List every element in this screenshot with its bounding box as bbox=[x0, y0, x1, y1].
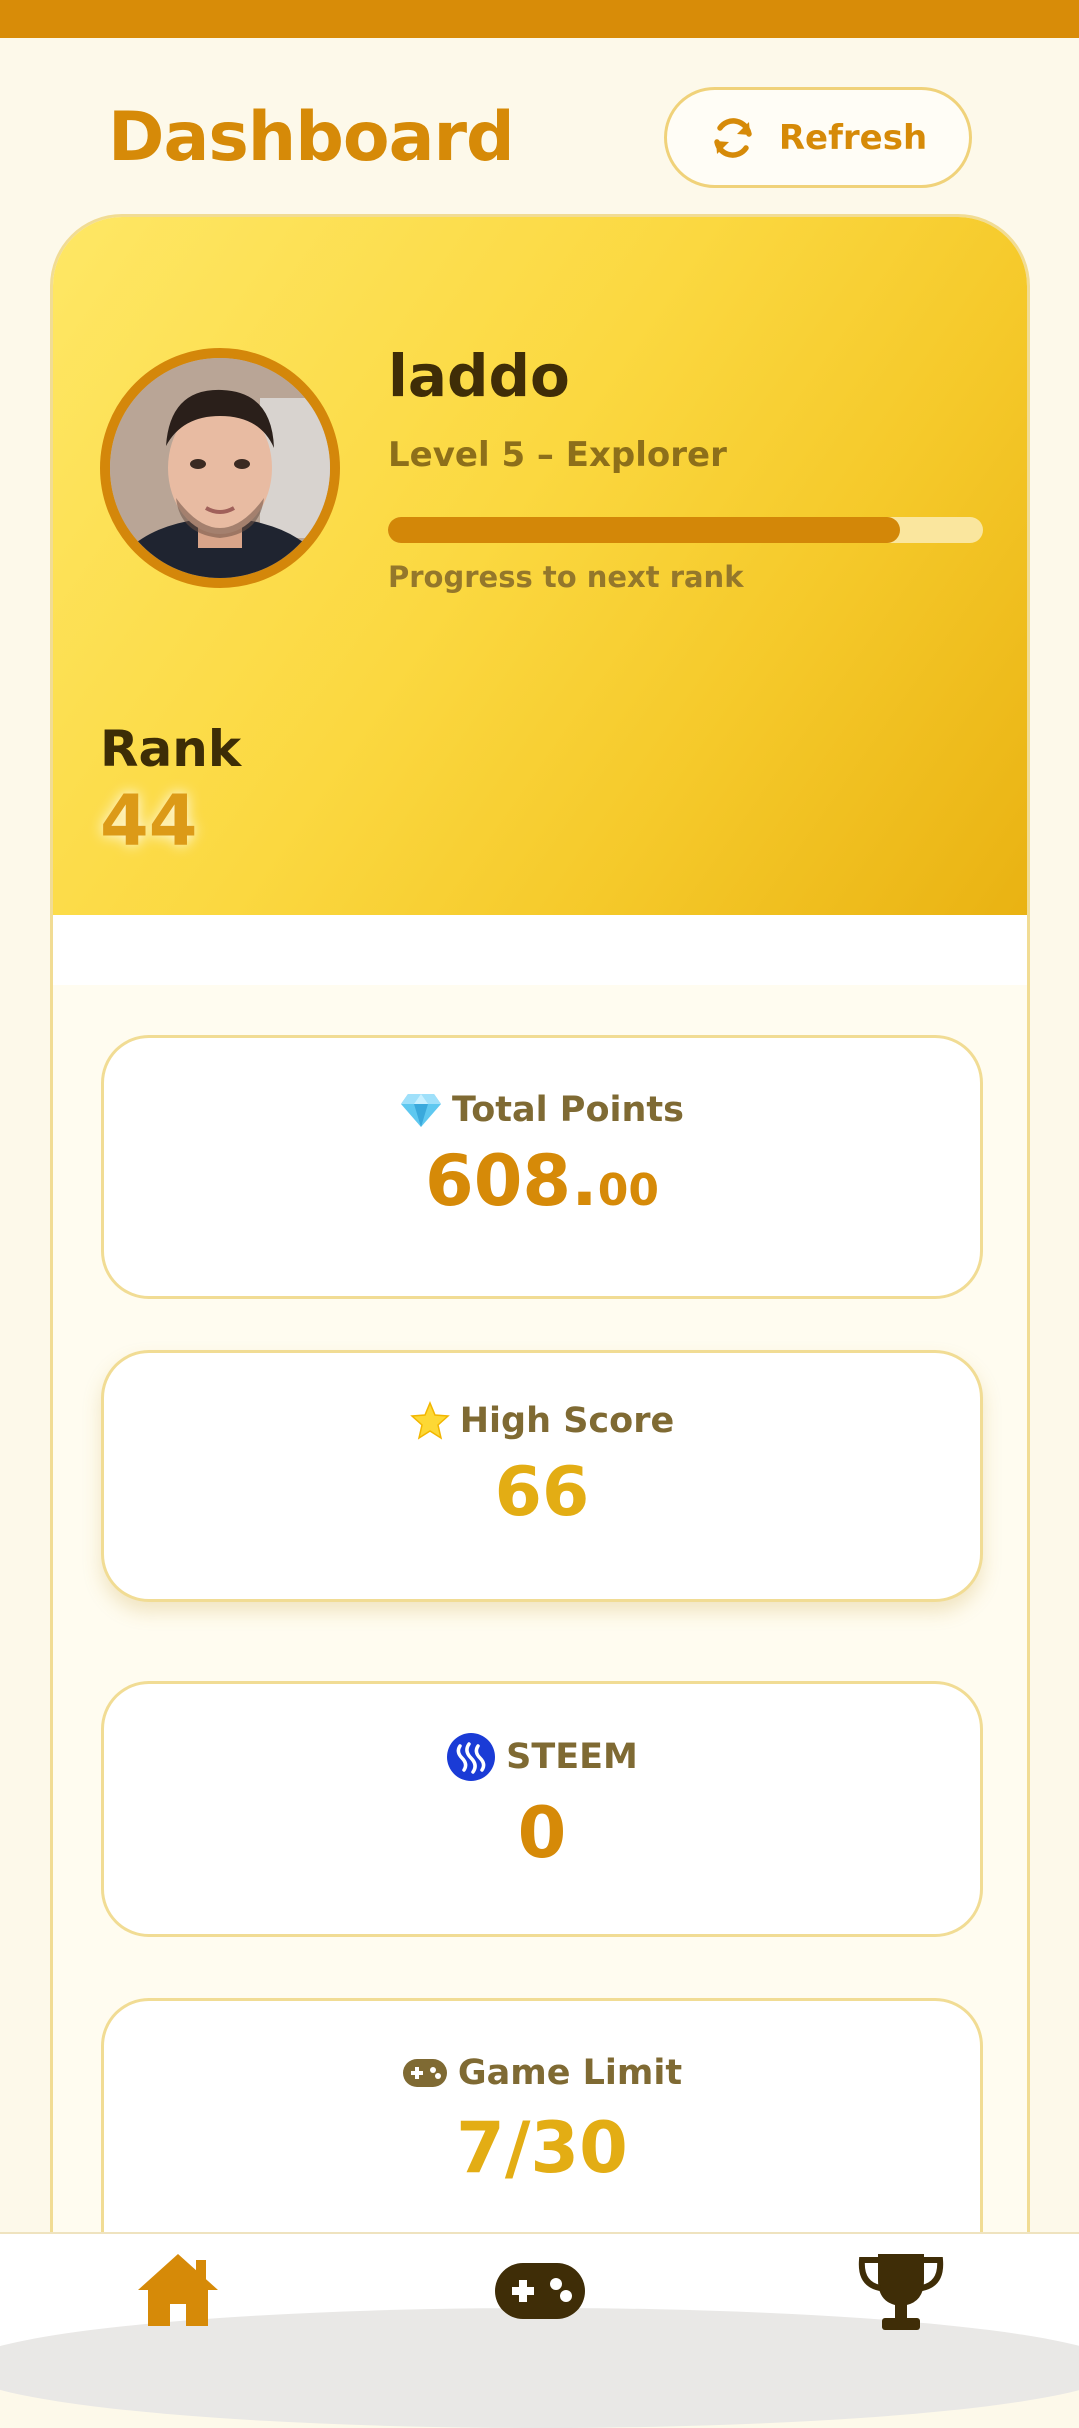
refresh-button[interactable]: Refresh bbox=[664, 87, 972, 188]
avatar-photo bbox=[110, 358, 330, 578]
dashboard-card: laddo Level 5 – Explorer Progress to nex… bbox=[50, 214, 1030, 2353]
gamepad-icon bbox=[402, 2059, 447, 2087]
total-points-card: Total Points 608.00 bbox=[101, 1035, 983, 1299]
total-points-whole: 608. bbox=[425, 1140, 598, 1222]
high-score-label: High Score bbox=[459, 1401, 675, 1441]
steem-card: STEEM 0 bbox=[101, 1681, 983, 1937]
game-limit-value: 7/30 bbox=[456, 2107, 628, 2189]
game-limit-label: Game Limit bbox=[457, 2053, 683, 2093]
gamepad-icon bbox=[495, 2263, 585, 2319]
refresh-label: Refresh bbox=[778, 117, 928, 158]
nav-home[interactable] bbox=[136, 2252, 220, 2332]
rank-label: Rank bbox=[100, 720, 242, 778]
steem-logo-icon bbox=[447, 1733, 496, 1781]
profile-divider bbox=[53, 915, 1027, 985]
avatar[interactable] bbox=[100, 348, 340, 588]
username: laddo bbox=[388, 342, 570, 410]
star-icon bbox=[409, 1401, 450, 1440]
steem-label: STEEM bbox=[506, 1737, 638, 1777]
nav-leaderboard[interactable] bbox=[858, 2252, 944, 2336]
total-points-label: Total Points bbox=[452, 1090, 684, 1130]
steem-value: 0 bbox=[517, 1792, 567, 1874]
high-score-card: High Score 66 bbox=[101, 1350, 983, 1602]
gem-icon bbox=[401, 1094, 441, 1127]
refresh-icon bbox=[714, 117, 752, 158]
high-score-value: 66 bbox=[494, 1453, 590, 1532]
level-text: Level 5 – Explorer bbox=[388, 435, 727, 475]
profile-panel: laddo Level 5 – Explorer Progress to nex… bbox=[53, 217, 1027, 915]
rank-value: 44 bbox=[100, 780, 198, 862]
page-title: Dashboard bbox=[108, 98, 515, 177]
progress-label: Progress to next rank bbox=[388, 560, 744, 594]
nav-games[interactable] bbox=[494, 2262, 586, 2324]
home-icon bbox=[138, 2254, 218, 2326]
total-points-decimals: 00 bbox=[597, 1165, 659, 1216]
rank-progress-fill bbox=[388, 517, 900, 543]
trophy-icon bbox=[858, 2254, 944, 2330]
top-accent-bar bbox=[0, 0, 1079, 38]
rank-progress-bar bbox=[388, 517, 983, 543]
